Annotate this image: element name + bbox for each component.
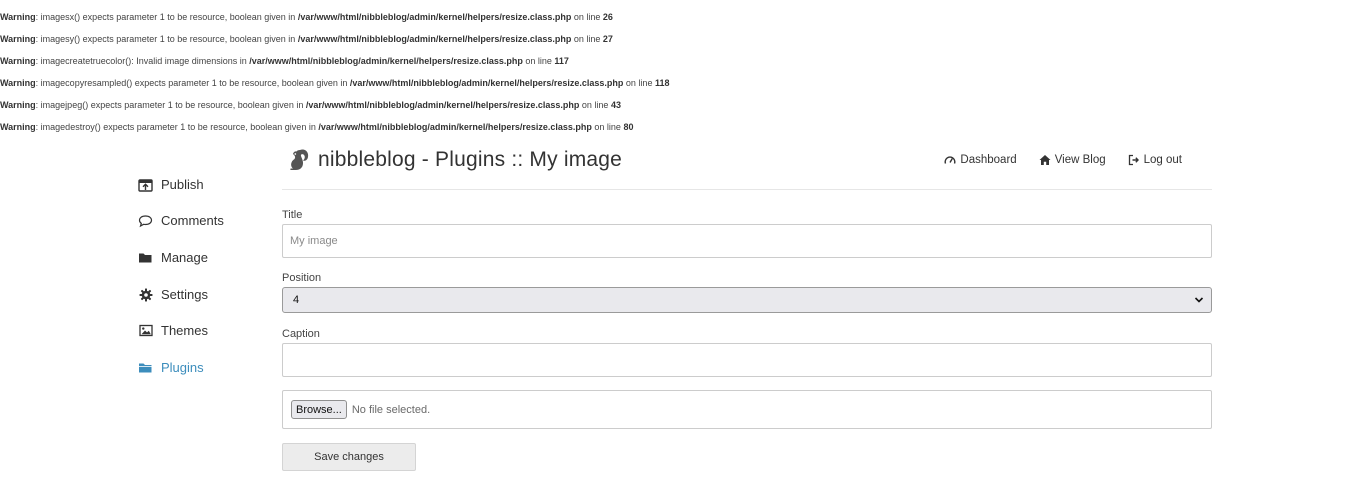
log-out-link[interactable]: Log out <box>1128 154 1182 166</box>
warning-line-number: 117 <box>554 56 569 66</box>
warning-label: Warning <box>0 56 36 66</box>
sidebar-item-plugins[interactable]: Plugins <box>138 360 204 375</box>
page-title: nibbleblog - Plugins :: My image <box>318 148 623 171</box>
warning-on-line: on line <box>591 122 624 132</box>
position-select[interactable]: 4 <box>282 287 1212 313</box>
warning-message: : imagecopyresampled() expects parameter… <box>35 78 350 88</box>
warning-message: : imagejpeg() expects parameter 1 to be … <box>35 100 306 110</box>
home-icon <box>1039 154 1051 166</box>
sidebar-item-themes[interactable]: Themes <box>138 323 208 338</box>
image-icon <box>138 323 153 338</box>
warning-on-line: on line <box>522 56 555 66</box>
warning-message: : imagesy() expects parameter 1 to be re… <box>35 34 298 44</box>
dashboard-link[interactable]: Dashboard <box>944 154 1017 166</box>
publish-icon <box>138 177 153 192</box>
warning-file: /var/www/html/nibbleblog/admin/kernel/he… <box>297 12 572 22</box>
sidebar-item-comments[interactable]: Comments <box>138 213 224 228</box>
warning-line: Warning: imagesx() expects parameter 1 t… <box>0 11 613 23</box>
file-upload: Browse... No file selected. <box>282 390 1212 429</box>
warning-label: Warning <box>0 34 36 44</box>
brand: nibbleblog - Plugins :: My image <box>288 147 622 173</box>
warning-line-number: 118 <box>654 78 670 88</box>
position-select-value: 4 <box>293 294 300 306</box>
warning-file: /var/www/html/nibbleblog/admin/kernel/he… <box>297 34 572 44</box>
dashboard-link-label: Dashboard <box>960 154 1017 166</box>
sidebar-item-label: Plugins <box>161 360 204 375</box>
warning-label: Warning <box>0 12 36 22</box>
warning-line-number: 27 <box>602 34 613 44</box>
warning-message: : imagesx() expects parameter 1 to be re… <box>35 12 298 22</box>
page-header: nibbleblog - Plugins :: My image Dashboa… <box>282 144 1212 190</box>
warning-message: : imagedestroy() expects parameter 1 to … <box>35 122 319 132</box>
title-label: Title <box>282 209 303 221</box>
save-changes-button[interactable]: Save changes <box>282 443 416 471</box>
warning-line-number: 43 <box>610 100 621 110</box>
view-blog-link-label: View Blog <box>1054 154 1106 166</box>
warning-file: /var/www/html/nibbleblog/admin/kernel/he… <box>305 100 580 110</box>
squirrel-logo-icon <box>288 147 310 173</box>
file-status: No file selected. <box>351 403 431 416</box>
position-label: Position <box>282 272 322 284</box>
warning-line: Warning: imagedestroy() expects paramete… <box>0 121 633 133</box>
warning-on-line: on line <box>579 100 611 110</box>
sidebar-item-label: Themes <box>161 323 208 338</box>
sidebar-item-manage[interactable]: Manage <box>138 250 208 265</box>
warning-label: Warning <box>0 78 36 88</box>
browse-button[interactable]: Browse... <box>291 400 347 419</box>
chevron-down-icon <box>1194 295 1204 308</box>
warning-line: Warning: imagecopyresampled() expects pa… <box>0 77 669 89</box>
warning-line-number: 80 <box>623 122 634 132</box>
sidebar-item-label: Settings <box>161 287 208 302</box>
warning-file: /var/www/html/nibbleblog/admin/kernel/he… <box>349 78 624 88</box>
warning-line: Warning: imagecreatetruecolor(): Invalid… <box>0 55 569 67</box>
warning-on-line: on line <box>623 78 655 88</box>
sidebar-item-settings[interactable]: Settings <box>138 287 208 302</box>
sidebar-item-label: Publish <box>161 177 204 192</box>
warning-line: Warning: imagesy() expects parameter 1 t… <box>0 33 613 45</box>
warning-on-line: on line <box>571 34 603 44</box>
warning-line: Warning: imagejpeg() expects parameter 1… <box>0 99 621 111</box>
warning-file: /var/www/html/nibbleblog/admin/kernel/he… <box>318 122 592 132</box>
log-out-link-label: Log out <box>1143 154 1182 166</box>
comment-icon <box>138 213 153 228</box>
warning-line-number: 26 <box>602 12 613 22</box>
title-input[interactable] <box>282 224 1212 258</box>
gear-icon <box>138 287 153 302</box>
log-out-icon <box>1128 154 1140 166</box>
sidebar-item-publish[interactable]: Publish <box>138 177 204 192</box>
warning-message: : imagecreatetruecolor(): Invalid image … <box>35 56 250 66</box>
caption-input[interactable] <box>282 343 1212 377</box>
sidebar-item-label: Comments <box>161 213 224 228</box>
folder-open-icon <box>138 360 153 375</box>
folder-icon <box>138 250 153 265</box>
dashboard-icon <box>944 154 956 166</box>
warning-label: Warning <box>0 100 36 110</box>
warning-file: /var/www/html/nibbleblog/admin/kernel/he… <box>249 56 523 66</box>
caption-label: Caption <box>282 328 320 340</box>
view-blog-link[interactable]: View Blog <box>1039 154 1106 166</box>
top-nav: Dashboard View Blog Log out <box>922 154 1182 166</box>
sidebar-item-label: Manage <box>161 250 208 265</box>
warning-label: Warning <box>0 122 36 132</box>
warning-on-line: on line <box>571 12 603 22</box>
